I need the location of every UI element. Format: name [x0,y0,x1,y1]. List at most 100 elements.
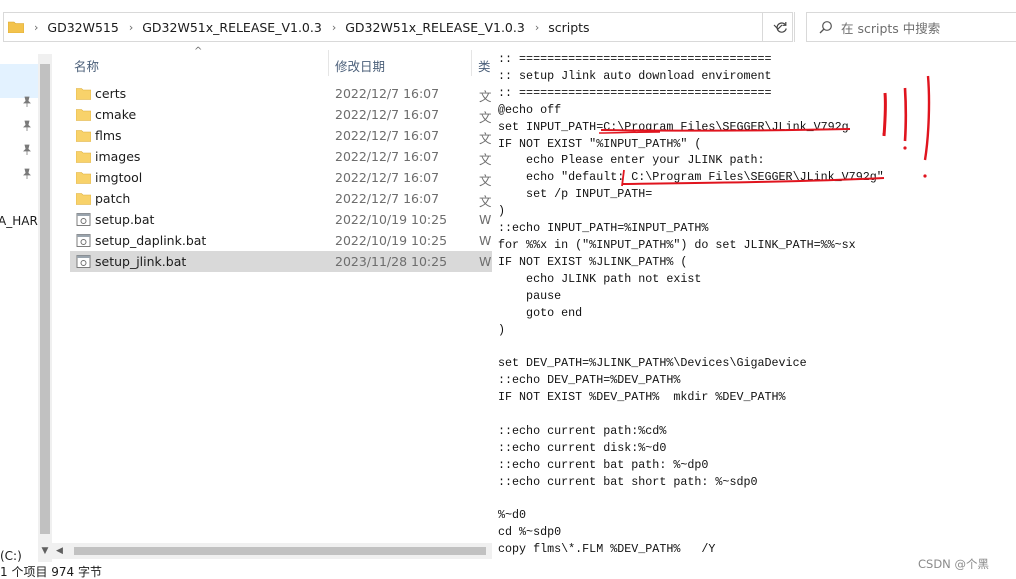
code-line: ::echo DEV_PATH=%DEV_PATH% [498,373,681,388]
file-row[interactable]: certs 2022/12/7 16:07 文 [70,83,492,104]
code-line: :: setup Jlink auto download enviroment [498,68,772,83]
file-row[interactable]: flms 2022/12/7 16:07 文 [70,125,492,146]
status-text: 1 个项目 974 字节 [0,565,102,579]
file-type: 文 [479,110,492,125]
folder-icon [76,130,91,142]
file-row[interactable]: images 2022/12/7 16:07 文 [70,146,492,167]
file-name: setup.bat [95,212,155,227]
pin-icon[interactable] [22,168,32,180]
code-line: set DEV_PATH=%JLINK_PATH%\Devices\GigaDe… [498,356,807,371]
breadcrumb-item[interactable]: GD32W51x_RELEASE_V1.0.3 [345,20,525,35]
code-line: :: ==================================== [498,85,772,100]
code-line: echo "default: C:\Program Files\SEGGER\J… [498,170,884,185]
file-date: 2022/12/7 16:07 [335,191,440,206]
file-row[interactable]: patch 2022/12/7 16:07 文 [70,188,492,209]
column-header: ^ 名称 修改日期 类 [52,46,492,80]
code-line: ::echo INPUT_PATH=%INPUT_PATH% [498,221,709,236]
code-line: set INPUT_PATH=C:\Program Files\SEGGER\J… [498,119,849,134]
pin-icon[interactable] [22,144,32,156]
file-date: 2022/12/7 16:07 [335,170,440,185]
file-date: 2022/12/7 16:07 [335,86,440,101]
file-name: cmake [95,107,137,122]
code-line: ) [498,322,506,337]
file-name: setup_daplink.bat [95,233,207,248]
search-placeholder: 在 scripts 中搜索 [841,20,941,36]
bat-file-icon [76,234,91,247]
watermark: CSDN @个黑 [918,557,989,571]
file-row[interactable]: imgtool 2022/12/7 16:07 文 [70,167,492,188]
file-row[interactable]: setup_daplink.bat 2022/10/19 10:25 W [70,230,492,251]
file-type: 文 [479,173,492,188]
code-line: ::echo current disk:%~d0 [498,440,667,455]
code-line: echo JLINK path not exist [498,271,702,286]
file-name: certs [95,86,127,101]
file-type: 文 [479,131,492,146]
code-line: pause [498,288,562,303]
file-date: 2022/12/7 16:07 [335,128,440,143]
pin-icon[interactable] [22,96,32,108]
code-line: @echo off [498,102,562,117]
scroll-left-arrow-icon[interactable]: ◀ [56,543,68,559]
nav-selected-item[interactable] [0,64,38,98]
code-line: :: ==================================== [498,52,772,66]
file-date: 2022/12/7 16:07 [335,107,440,122]
nav-scrollbar-thumb[interactable] [40,64,50,534]
breadcrumb-separator: › [331,20,337,34]
column-name-header[interactable]: 名称 [74,56,99,75]
file-date: 2022/12/7 16:07 [335,149,440,164]
refresh-button[interactable] [767,12,795,42]
nav-item-label[interactable]: A_HARI [0,214,38,228]
breadcrumb-item[interactable]: GD32W515 [47,20,118,35]
folder-icon [76,88,91,100]
file-preview-text: :: ====================================:… [498,51,884,558]
code-line: echo Please enter your JLINK path: [498,153,765,168]
file-date: 2023/11/28 10:25 [335,254,448,269]
code-line: ::echo current bat short path: %~sdp0 [498,474,758,489]
file-date: 2022/10/19 10:25 [335,233,448,248]
column-divider[interactable] [471,50,472,76]
code-line: IF NOT EXIST %JLINK_PATH% ( [498,254,688,269]
code-line: copy flms\*.FLM %DEV_PATH% /Y [498,542,716,557]
horizontal-scrollbar-thumb[interactable] [74,547,486,555]
file-name: images [95,149,141,164]
file-row[interactable]: cmake 2022/12/7 16:07 文 [70,104,492,125]
code-line: ::echo current path:%cd% [498,423,667,438]
file-name: flms [95,128,122,143]
nav-drive-label[interactable]: (C:) [0,549,22,563]
breadcrumb-item[interactable]: GD32W51x_RELEASE_V1.0.3 [142,20,322,35]
file-type: W [479,233,492,248]
refresh-icon [776,21,787,33]
column-type-header[interactable]: 类 [478,56,491,75]
navigation-pane: A_HARI (C:) [0,54,38,564]
file-name: imgtool [95,170,143,185]
file-type: W [479,254,492,269]
code-line: goto end [498,305,583,320]
search-icon [819,21,832,34]
file-date: 2022/10/19 10:25 [335,212,448,227]
scroll-down-arrow-icon[interactable]: ▼ [38,544,52,558]
address-bar[interactable]: › GD32W515 › GD32W51x_RELEASE_V1.0.3 › G… [3,12,763,42]
code-line: %~d0 [498,508,527,523]
file-type: 文 [479,89,492,104]
file-name: patch [95,191,131,206]
file-row[interactable]: setup.bat 2022/10/19 10:25 W [70,209,492,230]
status-bar: 1 个项目 974 字节 [0,562,1016,579]
file-type: 文 [479,152,492,167]
file-name: setup_jlink.bat [95,254,187,269]
bat-file-icon [76,213,91,226]
preview-pane[interactable]: :: ====================================:… [492,46,1016,564]
code-line: ::echo current bat path: %~dp0 [498,457,709,472]
code-line: cd %~sdp0 [498,525,562,540]
column-date-header[interactable]: 修改日期 [335,56,385,75]
pin-icon[interactable] [22,120,32,132]
breadcrumb-separator: › [534,20,540,34]
folder-icon [76,193,91,205]
file-row-selected[interactable]: setup_jlink.bat 2023/11/28 10:25 W [70,251,492,272]
column-divider[interactable] [328,50,329,76]
code-line: IF NOT EXIST %DEV_PATH% mkdir %DEV_PATH% [498,390,786,405]
file-type: W [479,212,492,227]
search-input[interactable]: 在 scripts 中搜索 [806,12,1016,42]
breadcrumb-item[interactable]: scripts [548,20,589,35]
